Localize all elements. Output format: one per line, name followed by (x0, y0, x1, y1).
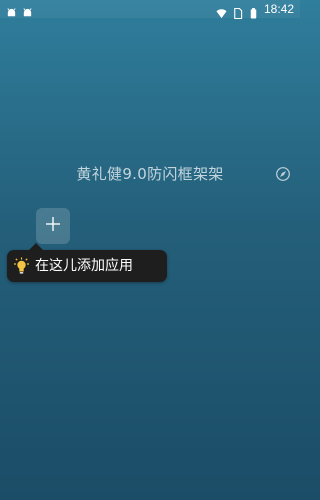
frame-header: 黄礼健9.0防闪框架架 (0, 163, 300, 185)
status-bar: 18:42 (0, 0, 300, 19)
status-bar-left (6, 4, 33, 16)
plus-icon (44, 215, 62, 237)
sim-card-icon (232, 4, 243, 19)
android-robot-icon (22, 4, 33, 16)
tooltip-arrow (29, 243, 43, 250)
lightbulb-icon (13, 257, 30, 275)
add-app-tooltip[interactable]: 在这儿添加应用 (7, 243, 167, 282)
status-bar-right: 18:42 (216, 2, 294, 19)
tooltip-text: 在这儿添加应用 (35, 258, 133, 274)
compass-icon[interactable] (275, 166, 291, 182)
wifi-icon (216, 4, 227, 18)
add-app-button[interactable] (36, 208, 70, 244)
battery-icon (248, 4, 259, 19)
status-time: 18:42 (263, 2, 294, 16)
frame-title[interactable]: 黄礼健9.0防闪框架架 (0, 163, 300, 185)
android-robot-icon (6, 4, 17, 16)
